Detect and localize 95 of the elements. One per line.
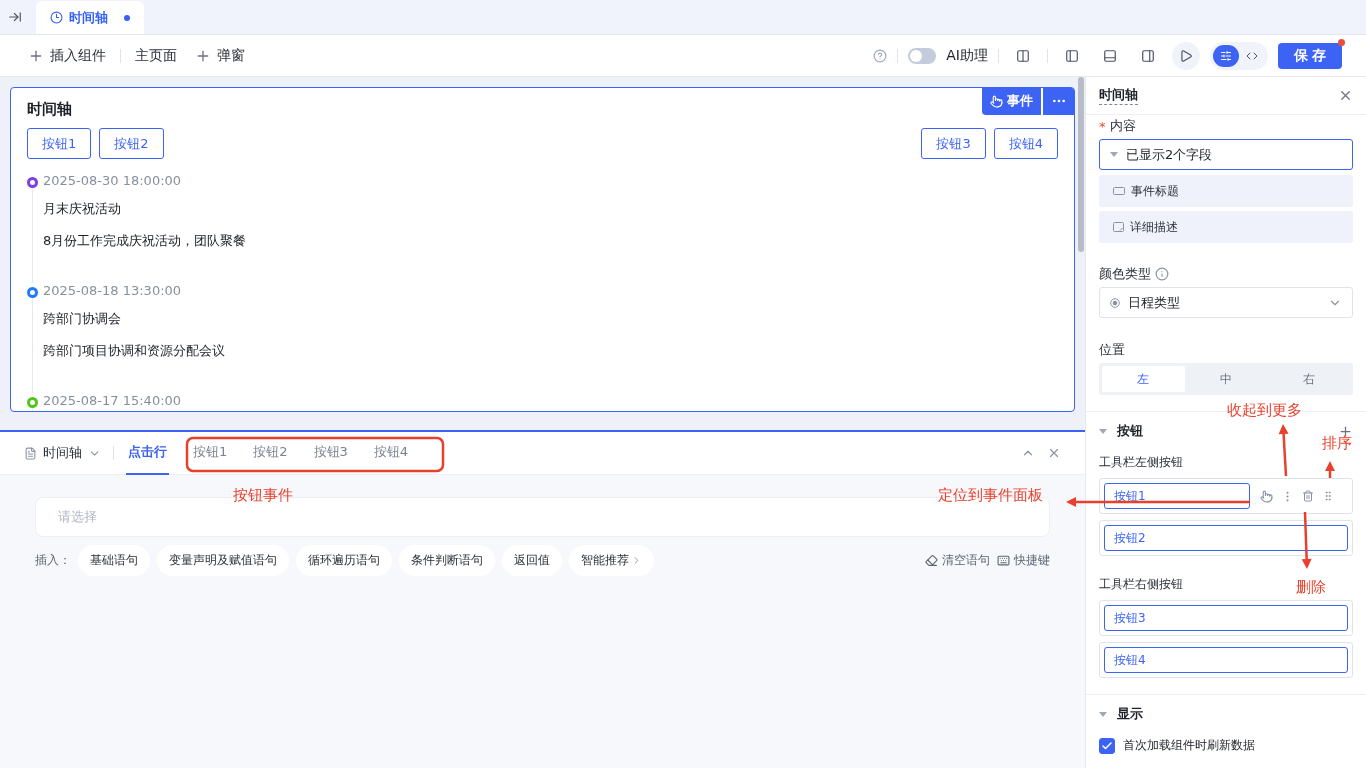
caret-icon — [1099, 428, 1107, 434]
drag-handle-icon[interactable] — [1322, 490, 1334, 502]
add-button[interactable]: 弹窗 — [191, 46, 249, 65]
settings-view-button[interactable] — [1213, 44, 1239, 67]
checkbox[interactable] — [1099, 737, 1115, 754]
scrollbar-thumb[interactable] — [1078, 77, 1084, 252]
text-area-icon — [1113, 222, 1124, 232]
section-title: 按钮 — [1117, 422, 1144, 440]
event-button[interactable]: 事件 — [982, 88, 1041, 115]
insert-chip[interactable]: 智能推荐 — [569, 545, 654, 576]
ai-toggle[interactable] — [908, 47, 937, 64]
preview-button[interactable] — [1172, 41, 1200, 70]
insert-chip[interactable]: 基础语句 — [78, 545, 150, 576]
caret-icon — [1110, 152, 1118, 157]
clear-button[interactable]: 清空语句 — [925, 552, 990, 569]
button-name-field[interactable]: 按钮4 — [1104, 647, 1348, 673]
annotation-text: 删除 — [1296, 580, 1326, 595]
event-date: 2025-08-30 18:00:00 — [43, 173, 183, 188]
event-tab[interactable]: 按钮2 — [251, 431, 290, 475]
group-label: 工具栏左侧按钮 — [1099, 454, 1183, 471]
field-name: 事件标题 — [1131, 182, 1179, 200]
page-button[interactable]: 主页面 — [131, 46, 181, 65]
sidebar-toggle-icon[interactable] — [8, 10, 22, 24]
event-date: 2025-08-18 13:30:00 — [43, 283, 183, 298]
panel-right-icon — [1141, 48, 1155, 63]
annotation-text: 收起到更多 — [1227, 403, 1302, 418]
info-icon[interactable] — [1155, 267, 1169, 281]
toolbar-button[interactable]: 按钮3 — [921, 128, 986, 159]
card-title: 时间轴 — [27, 100, 72, 119]
document-icon — [24, 446, 37, 460]
event-date: 2025-08-17 15:40:00 — [43, 393, 183, 408]
add-button[interactable]: 插入组件 — [24, 46, 110, 65]
pointer-icon — [990, 94, 1003, 108]
position-option[interactable]: 右 — [1267, 366, 1350, 392]
keyboard-icon — [997, 554, 1010, 567]
annotation-arrow — [1301, 511, 1312, 569]
toolbar-button[interactable]: 按钮4 — [993, 128, 1058, 159]
group-label: 工具栏右侧按钮 — [1099, 576, 1183, 593]
sliders-icon — [1220, 49, 1232, 62]
insert-chip[interactable]: 变量声明及赋值语句 — [157, 545, 289, 576]
caret-icon — [1099, 711, 1107, 717]
toolbar-button[interactable]: 按钮1 — [27, 128, 92, 159]
field-label: 颜色类型 — [1099, 265, 1151, 283]
event-title: 月末庆祝活动 — [43, 200, 122, 218]
position-option[interactable]: 左 — [1102, 366, 1185, 392]
close-icon[interactable] — [1338, 88, 1353, 103]
panel-left-icon — [1065, 48, 1079, 63]
ai-label: AI助理 — [946, 46, 988, 65]
toolbar-button[interactable]: 按钮2 — [99, 128, 164, 159]
event-tab[interactable]: 按钮3 — [311, 431, 350, 475]
clock-icon — [50, 11, 63, 24]
field-name: 详细描述 — [1130, 218, 1178, 236]
close-icon[interactable] — [1047, 446, 1061, 460]
button-name-field[interactable]: 按钮2 — [1104, 525, 1348, 551]
panel-title: 时间轴 — [1099, 86, 1138, 105]
event-tab[interactable]: 按钮4 — [371, 431, 411, 475]
document-tab[interactable]: 时间轴 — [36, 1, 144, 34]
insert-chip[interactable]: 条件判断语句 — [399, 545, 495, 576]
position-option[interactable]: 中 — [1184, 366, 1268, 392]
shortcut-button[interactable]: 快捷键 — [997, 552, 1050, 569]
tab-label: 时间轴 — [69, 8, 108, 27]
insert-label: 插入： — [35, 552, 71, 569]
event-description: 8月份工作完成庆祝活动，团队聚餐 — [43, 232, 248, 250]
eraser-icon — [925, 554, 938, 567]
component-select[interactable]: 时间轴 — [24, 444, 101, 462]
insert-chip[interactable]: 返回值 — [502, 545, 562, 576]
field-item[interactable]: 详细描述 — [1099, 211, 1353, 243]
checkbox-label: 首次加载组件时刷新数据 — [1123, 737, 1255, 754]
button-name-field[interactable]: 按钮1 — [1104, 483, 1250, 509]
save-button[interactable]: 保 存 — [1278, 42, 1342, 69]
fields-dropdown[interactable]: 已显示2个字段 — [1099, 139, 1353, 170]
columns-icon — [1016, 48, 1030, 63]
pointer-icon[interactable] — [1260, 489, 1273, 503]
event-description: 跨部门项目协调和资源分配会议 — [43, 342, 226, 360]
insert-chip[interactable]: 循环遍历语句 — [296, 545, 392, 576]
field-label: 内容 — [1109, 117, 1136, 135]
event-title: 跨部门协调会 — [43, 310, 122, 328]
text-field-icon — [1113, 187, 1125, 195]
section-title: 显示 — [1117, 705, 1143, 723]
annotation-arrow — [1325, 461, 1335, 478]
panel-bottom-icon — [1103, 48, 1117, 63]
field-label: 位置 — [1099, 341, 1125, 359]
annotation-text: 排序 — [1322, 436, 1352, 451]
radio-icon — [1110, 297, 1120, 308]
annotation-arrow — [1278, 424, 1289, 477]
check-icon — [1101, 739, 1113, 752]
play-icon — [1179, 48, 1193, 63]
notification-dot — [1338, 38, 1345, 46]
color-type-dropdown[interactable]: 日程类型 — [1099, 287, 1353, 318]
help-icon[interactable] — [873, 48, 888, 63]
field-item[interactable]: 事件标题 — [1099, 175, 1353, 207]
button-name-field[interactable]: 按钮3 — [1104, 605, 1348, 631]
required-mark: * — [1099, 118, 1106, 134]
delete-icon[interactable] — [1302, 490, 1314, 502]
event-tab[interactable]: 按钮1 — [191, 431, 230, 475]
